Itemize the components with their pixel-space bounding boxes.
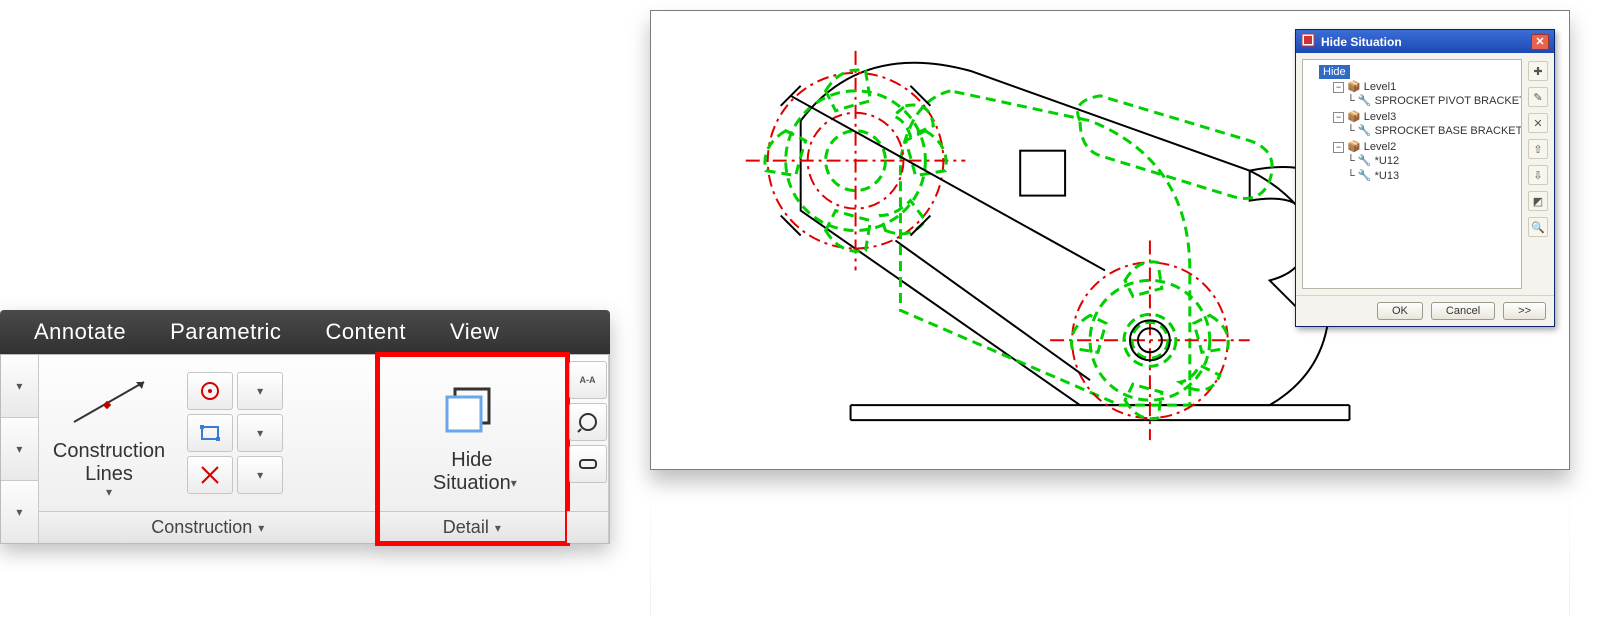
move-down-icon[interactable]: ⇩: [1528, 165, 1548, 185]
hide-situation-dialog: Hide Situation ✕ Hide −📦 Level1 └ 🔧 SPRO…: [1295, 29, 1555, 327]
ok-button[interactable]: OK: [1377, 302, 1423, 320]
centerline-dropdown[interactable]: ▾: [237, 372, 283, 410]
construction-mini-buttons: ▾ ▾ ▾: [179, 366, 291, 500]
erase-centerline-button[interactable]: [187, 456, 233, 494]
construction-lines-button[interactable]: Construction Lines ▾: [39, 364, 179, 502]
close-icon[interactable]: ✕: [1531, 34, 1549, 50]
panel-construction: Construction Lines ▾ ▾ ▾ ▾: [39, 355, 378, 543]
dropdown-arrow[interactable]: ▾: [1, 355, 38, 418]
tree-item[interactable]: *U12: [1375, 155, 1399, 167]
dialog-side-toolbar: ✚ ✎ ✕ ⇧ ⇩ ◩ 🔍: [1528, 53, 1554, 295]
tab-annotate[interactable]: Annotate: [12, 319, 148, 345]
tree-item[interactable]: *U13: [1375, 170, 1399, 182]
expand-toggle[interactable]: −: [1333, 112, 1344, 123]
dialog-titlebar[interactable]: Hide Situation ✕: [1296, 30, 1554, 53]
move-up-icon[interactable]: ⇧: [1528, 139, 1548, 159]
app-icon: [1301, 33, 1315, 50]
left-dropdown-column: ▾ ▾ ▾: [1, 355, 39, 543]
tab-view[interactable]: View: [428, 319, 521, 345]
dialog-buttons: OK Cancel >>: [1296, 295, 1554, 326]
panel-detail-label: Detail: [443, 517, 489, 538]
new-icon[interactable]: ✚: [1528, 61, 1548, 81]
tree-root[interactable]: Hide: [1319, 65, 1350, 79]
dropdown-arrow[interactable]: ▾: [1, 481, 38, 543]
tab-content[interactable]: Content: [303, 319, 428, 345]
more-button[interactable]: >>: [1503, 302, 1546, 320]
delete-icon[interactable]: ✕: [1528, 113, 1548, 133]
erase-centerline-dropdown[interactable]: ▾: [237, 456, 283, 494]
construction-line-icon: [64, 370, 154, 434]
section-aa-button[interactable]: A-A: [569, 361, 607, 399]
panel-detail: Hide Situation ▾ Detail▾: [378, 355, 567, 543]
expand-toggle[interactable]: −: [1333, 82, 1344, 93]
hide-tree[interactable]: Hide −📦 Level1 └ 🔧 SPROCKET PIVOT BRACKE…: [1302, 59, 1522, 289]
expand-toggle[interactable]: −: [1333, 142, 1344, 153]
highlight-icon[interactable]: ◩: [1528, 191, 1548, 211]
dialog-title-text: Hide Situation: [1321, 35, 1402, 49]
ribbon-tabs: Annotate Parametric Content View: [0, 310, 610, 354]
panel-right-title: [567, 511, 608, 543]
drawing-canvas: Hide Situation ✕ Hide −📦 Level1 └ 🔧 SPRO…: [650, 10, 1570, 470]
cancel-button[interactable]: Cancel: [1431, 302, 1495, 320]
tab-parametric[interactable]: Parametric: [148, 319, 303, 345]
detail-circle-button[interactable]: [569, 403, 607, 441]
tree-level[interactable]: Level3: [1364, 111, 1396, 123]
edit-icon[interactable]: ✎: [1528, 87, 1548, 107]
dropdown-arrow[interactable]: ▾: [1, 418, 38, 481]
hide-situation-label: Hide Situation: [433, 449, 511, 495]
tree-level[interactable]: Level2: [1364, 141, 1396, 153]
tree-level[interactable]: Level1: [1364, 81, 1396, 93]
rectangle-dropdown[interactable]: ▾: [237, 414, 283, 452]
centerline-button[interactable]: [187, 372, 233, 410]
panel-construction-title[interactable]: Construction▾: [39, 511, 377, 543]
hide-situation-button[interactable]: Hide Situation ▾: [419, 373, 525, 493]
zoom-icon[interactable]: 🔍: [1528, 217, 1548, 237]
construction-lines-label: Construction Lines: [53, 440, 165, 486]
panel-construction-label: Construction: [151, 517, 252, 538]
rectangle-button[interactable]: [187, 414, 233, 452]
panel-right-partial: A-A: [567, 355, 609, 543]
break-button[interactable]: [569, 445, 607, 483]
ribbon-body: ▾ ▾ ▾ Construction Lines ▾: [0, 354, 610, 544]
ribbon-snippet: Annotate Parametric Content View ▾ ▾ ▾: [0, 310, 610, 544]
tree-item[interactable]: SPROCKET PIVOT BRACKET: [1375, 95, 1522, 107]
panel-detail-title[interactable]: Detail▾: [378, 511, 566, 543]
hide-situation-icon: [437, 379, 507, 443]
tree-item[interactable]: SPROCKET BASE BRACKET: [1375, 125, 1522, 137]
